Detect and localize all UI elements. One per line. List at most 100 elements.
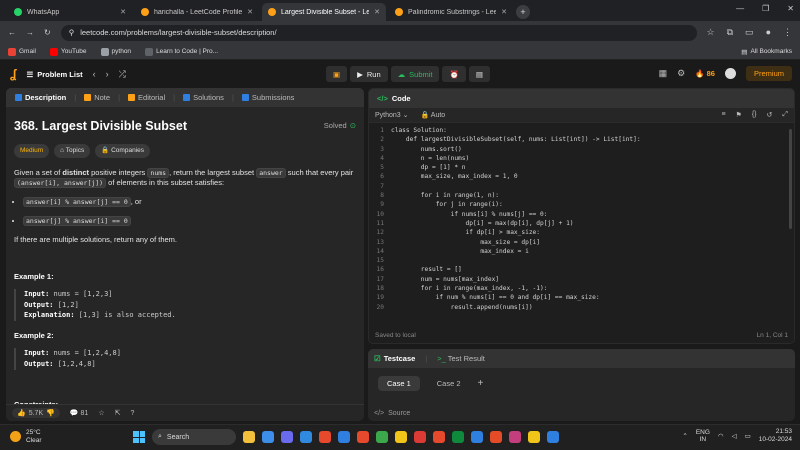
close-icon[interactable]: ✕ (120, 8, 126, 16)
bookmark-star-icon[interactable]: ☆ (707, 27, 715, 38)
taskbar-app-icon[interactable] (528, 431, 540, 443)
format-icon[interactable]: ≡ (721, 111, 725, 119)
chevron-up-icon[interactable]: ⌃ (682, 432, 687, 440)
submit-button[interactable]: ☁ Submit (390, 66, 440, 82)
taskbar-app-icon[interactable] (433, 431, 445, 443)
taskbar-app-icon[interactable] (338, 431, 350, 443)
tab-submissions[interactable]: Submissions (238, 93, 299, 102)
prev-problem-icon[interactable]: ‹ (93, 69, 96, 80)
premium-button[interactable]: Premium (745, 66, 792, 81)
close-window-icon[interactable]: ✕ (787, 4, 794, 13)
source-button[interactable]: </> Source (374, 410, 410, 417)
bookmark-youtube[interactable]: YouTube (49, 47, 87, 56)
taskbar-app-icon[interactable] (509, 431, 521, 443)
tab-solutions[interactable]: Solutions (179, 93, 228, 102)
share-icon[interactable]: ⇱ (115, 409, 121, 417)
taskbar-app-icon[interactable] (243, 431, 255, 443)
debug-button[interactable]: ▣ (326, 66, 348, 82)
autosave-indicator[interactable]: 🔒 Auto (421, 111, 446, 119)
taskbar-app-icon[interactable] (262, 431, 274, 443)
weather-widget[interactable]: 25°C Clear (10, 429, 42, 445)
timer-button[interactable]: ⏰ (442, 66, 466, 82)
maximize-icon[interactable]: ❐ (762, 4, 769, 13)
topics-chip[interactable]: ⌂ Topics (54, 144, 91, 158)
profile-icon[interactable]: ● (766, 27, 771, 38)
bookmark-learn-to-code[interactable]: Learn to Code | Pro... (145, 47, 218, 56)
sidebar-icon[interactable]: ▭ (745, 27, 754, 38)
close-icon[interactable]: ✕ (501, 8, 507, 16)
taskbar-app-icon[interactable] (376, 431, 388, 443)
taskbar-app-icon[interactable] (547, 431, 559, 443)
shuffle-icon[interactable]: ⤮ (119, 69, 126, 80)
tab-test-result[interactable]: >_ Test Result (437, 354, 485, 363)
notes-button[interactable]: ▤ (468, 66, 490, 82)
reset-icon[interactable]: ↺ (767, 111, 773, 119)
tab-description[interactable]: Description (11, 93, 70, 102)
tab-testcase[interactable]: ☑ Testcase (374, 354, 415, 363)
taskbar-search[interactable]: ⌕ Search (152, 429, 236, 445)
volume-icon[interactable]: ◁ (732, 432, 737, 440)
bookmark-python[interactable]: python (100, 47, 131, 56)
fullscreen-icon[interactable]: ⤢ (782, 111, 788, 119)
browser-tab[interactable]: harichalla - LeetCode Profile ✕ (135, 3, 259, 21)
streak-counter[interactable]: 🔥 86 (695, 69, 715, 78)
thumbs-down-icon[interactable]: 👎 (46, 409, 55, 417)
clock[interactable]: 21:53 10-02-2024 (759, 428, 792, 445)
taskbar-app-icon[interactable] (300, 431, 312, 443)
avatar[interactable] (724, 68, 736, 79)
code-text: nums.sort() (391, 145, 462, 153)
close-icon[interactable]: ✕ (374, 8, 380, 16)
windows-start-icon[interactable] (133, 431, 145, 443)
case-tab[interactable]: Case 1 (378, 376, 420, 391)
add-case-icon[interactable]: + (478, 378, 484, 389)
comments-button[interactable]: 💬 81 (70, 409, 88, 417)
language-indicator[interactable]: ENG IN (696, 429, 710, 445)
extensions-icon[interactable]: ⧉ (727, 27, 733, 38)
forward-icon[interactable]: → (26, 28, 34, 37)
layout-icon[interactable]: ▦ (659, 68, 668, 79)
taskbar-app-icon[interactable] (281, 431, 293, 443)
taskbar-app-icon[interactable] (319, 431, 331, 443)
battery-icon[interactable]: ▭ (745, 432, 751, 440)
bookmark-icon[interactable]: ⚑ (736, 111, 742, 119)
language-select[interactable]: Python3 ⌄ (375, 111, 409, 119)
taskbar-app-icon[interactable] (395, 431, 407, 443)
new-tab-button[interactable]: + (516, 5, 530, 19)
minimize-icon[interactable]: — (736, 4, 744, 13)
taskbar-app-icon[interactable] (471, 431, 483, 443)
browser-tab[interactable]: WhatsApp ✕ (8, 3, 132, 21)
help-icon[interactable]: ? (130, 410, 134, 417)
browser-tab[interactable]: Palindromic Substrings - LeetC ✕ (389, 3, 513, 21)
problem-title[interactable]: 368. Largest Divisible Subset (14, 117, 187, 135)
settings-icon[interactable]: ⚙ (677, 68, 685, 79)
like-button[interactable]: 👍 5.7K 👎 (12, 408, 60, 418)
case-tab[interactable]: Case 2 (428, 376, 470, 391)
back-icon[interactable]: ← (8, 28, 16, 37)
taskbar-app-icon[interactable] (357, 431, 369, 443)
all-bookmarks-button[interactable]: ▤ All Bookmarks (741, 48, 792, 56)
browser-tab-active[interactable]: Largest Divisible Subset - LeetC ✕ (262, 3, 386, 21)
wifi-icon[interactable]: ◠ (718, 432, 724, 440)
code-line: 16 result = [] (369, 266, 794, 275)
site-info-icon[interactable]: ⚲ (69, 28, 75, 37)
run-button[interactable]: ▶ Run (350, 66, 388, 82)
tab-note[interactable]: Note (80, 93, 114, 102)
code-editor[interactable]: 1 class Solution: 2 def largestDivisibleSu… (369, 123, 794, 313)
taskbar-app-icon[interactable] (414, 431, 426, 443)
reload-icon[interactable]: ↻ (44, 28, 51, 37)
bookmark-gmail[interactable]: Gmail (8, 47, 36, 56)
close-icon[interactable]: ✕ (247, 8, 253, 16)
problem-list-button[interactable]: ☰ Problem List (26, 70, 82, 79)
menu-icon[interactable]: ⋮ (783, 27, 792, 38)
leetcode-logo-icon[interactable]: ʆ (10, 67, 16, 81)
next-problem-icon[interactable]: › (106, 69, 109, 80)
tab-editorial[interactable]: Editorial (124, 93, 169, 102)
taskbar-app-icon[interactable] (490, 431, 502, 443)
taskbar-app-icon[interactable] (452, 431, 464, 443)
url-field[interactable]: ⚲ leetcode.com/problems/largest-divisibl… (60, 24, 697, 41)
editor-scrollbar[interactable] (789, 129, 792, 229)
braces-icon[interactable]: {} (752, 111, 757, 119)
favorite-star-icon[interactable]: ☆ (98, 409, 104, 417)
tab-title: Palindromic Substrings - LeetC (408, 8, 497, 16)
companies-chip[interactable]: 🔒 Companies (95, 144, 150, 158)
